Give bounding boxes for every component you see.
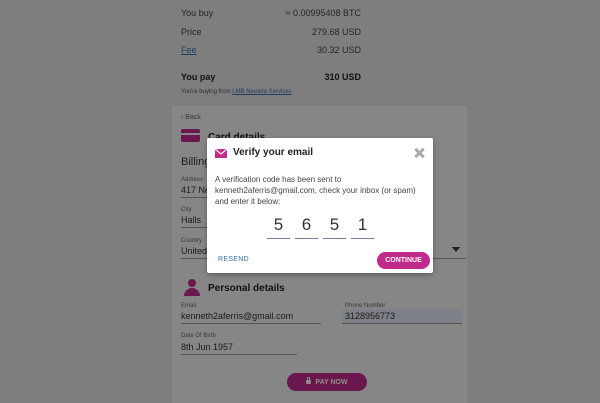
dialog-header: Verify your email bbox=[207, 138, 433, 168]
close-icon[interactable] bbox=[413, 147, 425, 159]
dialog-message: A verification code has been sent to ken… bbox=[215, 175, 416, 206]
resend-button[interactable]: RESEND bbox=[218, 256, 249, 263]
code-digit-2[interactable]: 6 bbox=[295, 214, 318, 239]
dialog-title: Verify your email bbox=[233, 147, 314, 158]
continue-button[interactable]: CONTINUE bbox=[377, 252, 430, 269]
code-digit-3[interactable]: 5 bbox=[323, 214, 346, 239]
verify-email-dialog: Verify your email A verification code ha… bbox=[207, 138, 433, 273]
code-digit-4[interactable]: 1 bbox=[351, 214, 374, 239]
code-digit-1[interactable]: 5 bbox=[267, 214, 290, 239]
mail-icon bbox=[215, 149, 227, 158]
